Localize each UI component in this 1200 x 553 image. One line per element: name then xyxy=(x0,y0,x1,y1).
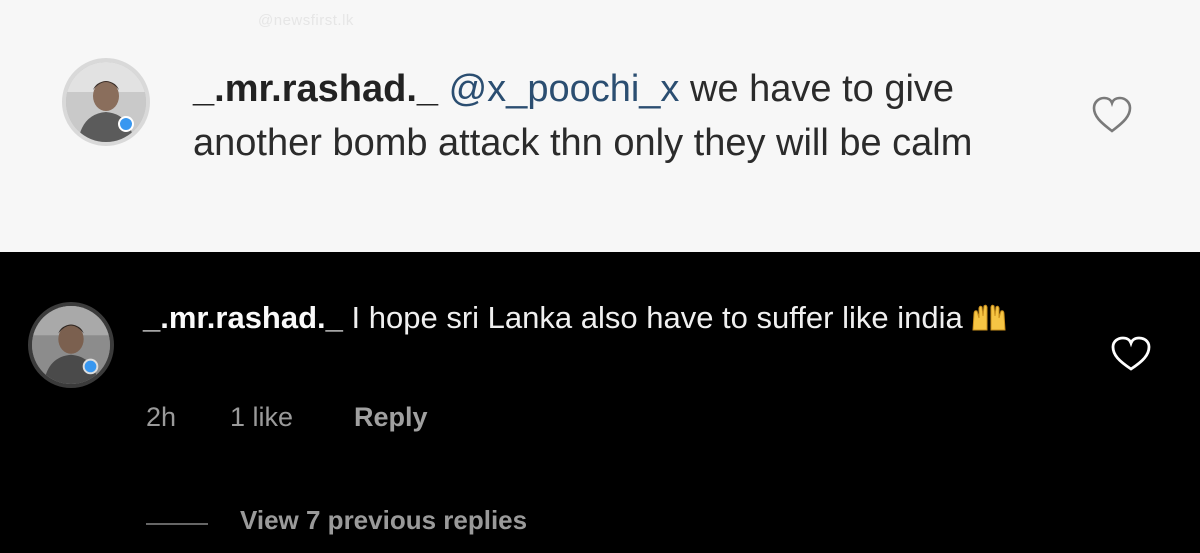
mention-link[interactable]: @x_poochi_x xyxy=(449,68,680,110)
like-count[interactable]: 1 like xyxy=(230,402,293,433)
reply-button[interactable]: Reply xyxy=(354,402,428,433)
like-heart-icon[interactable] xyxy=(1110,336,1152,372)
view-replies-label: View 7 previous replies xyxy=(240,505,528,535)
avatar-photo xyxy=(32,306,110,384)
comment-time: 2h xyxy=(146,402,177,432)
raising-hands-icon xyxy=(971,301,1007,331)
view-replies-button[interactable]: View 7 previous replies xyxy=(146,505,666,541)
comment-text: _.mr.rashad._ I hope sri Lanka also have… xyxy=(143,297,1083,339)
comment-text: _.mr.rashad._ @x_poochi_x we have to giv… xyxy=(193,62,1063,170)
like-heart-icon[interactable] xyxy=(1091,96,1133,134)
top-comment-panel: @newsfirst.lk _.mr.rashad._ @x_poochi_x … xyxy=(0,0,1200,252)
comment-body: I hope sri Lanka also have to suffer lik… xyxy=(351,300,963,335)
watermark: @newsfirst.lk xyxy=(258,12,354,29)
avatar[interactable] xyxy=(28,302,114,388)
replies-divider xyxy=(146,523,208,525)
comment-username[interactable]: _.mr.rashad._ xyxy=(143,300,343,335)
comment-username[interactable]: _.mr.rashad._ xyxy=(193,68,438,110)
avatar[interactable] xyxy=(62,58,150,146)
avatar-photo xyxy=(66,62,146,142)
